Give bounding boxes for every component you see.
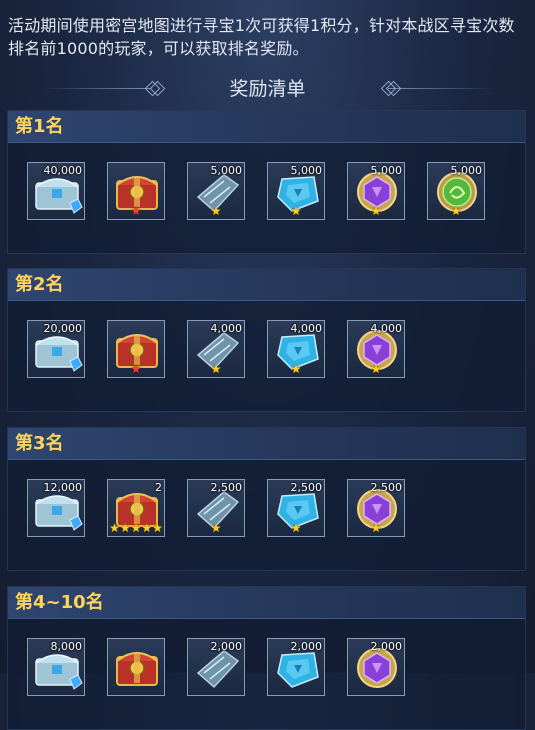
item-count: 12,000	[43, 481, 83, 494]
item-count: 2,500	[210, 481, 243, 494]
rank-header: 第4~10名	[8, 587, 525, 619]
reward-item[interactable]: 2,500 ★	[187, 479, 245, 537]
reward-item[interactable]: 8,000	[27, 638, 85, 696]
item-count: 4,000	[210, 322, 243, 335]
item-count: 5,000	[450, 164, 483, 177]
item-count: 2,500	[370, 481, 403, 494]
star-rating-icon: ★	[210, 362, 222, 376]
star-rating-icon: ★	[130, 204, 142, 218]
reward-item[interactable]: ★	[107, 162, 165, 220]
reward-list-title-row: 奖励清单	[0, 76, 535, 102]
reward-item[interactable]: 5,000 ★	[187, 162, 245, 220]
reward-item[interactable]: 20,000	[27, 320, 85, 378]
item-count: 20,000	[43, 322, 83, 335]
reward-item[interactable]: 2,500 ★	[347, 479, 405, 537]
title-decoration-line-right	[388, 88, 496, 89]
item-count: 2,000	[370, 640, 403, 653]
item-count: 2,500	[290, 481, 323, 494]
star-rating-icon: ★	[290, 362, 302, 376]
rank-label: 第1名	[15, 116, 64, 137]
event-description: 活动期间使用密宫地图进行寻宝1次可获得1积分，针对本战区寻宝次数排名前1000的…	[8, 16, 515, 58]
rank-block-4: 第4~10名 8,000 2,000 2,000 2,000	[7, 586, 526, 730]
star-rating-icon: ★	[370, 204, 382, 218]
star-rating-icon: ★	[450, 204, 462, 218]
rank-label: 第2名	[15, 274, 64, 295]
rank-block-2: 第2名 20,000 ★ 4,000 ★ 4,000 ★ 4,000 ★	[7, 268, 526, 412]
item-count: 2	[155, 481, 162, 494]
star-rating-icon: ★	[370, 362, 382, 376]
rank-header: 第2名	[8, 269, 525, 301]
star-rating-icon: ★	[290, 204, 302, 218]
rank-header: 第3名	[8, 428, 525, 460]
reward-items-row: 12,000 2 ★★★★★ 2,500 ★ 2,500 ★ 2,500 ★	[8, 460, 525, 570]
reward-item[interactable]: ★	[107, 320, 165, 378]
star-rating-icon: ★	[210, 521, 222, 535]
reward-item[interactable]: 5,000 ★	[347, 162, 405, 220]
reward-item[interactable]: 4,000 ★	[347, 320, 405, 378]
star-rating-icon: ★	[370, 521, 382, 535]
reward-item[interactable]: 2,000	[267, 638, 325, 696]
reward-item[interactable]: 2,000	[347, 638, 405, 696]
item-count: 2,000	[290, 640, 323, 653]
reward-list-title: 奖励清单	[229, 78, 306, 100]
rank-label: 第3名	[15, 433, 64, 454]
star-rating-icon: ★	[130, 362, 142, 376]
reward-items-row: 40,000 ★ 5,000 ★ 5,000 ★ 5,000 ★ 5,000 ★	[8, 143, 525, 253]
reward-item[interactable]: 40,000	[27, 162, 85, 220]
rank-label: 第4~10名	[15, 592, 104, 613]
item-count: 5,000	[370, 164, 403, 177]
star-rating-icon: ★	[290, 521, 302, 535]
item-count: 40,000	[43, 164, 83, 177]
rank-header: 第1名	[8, 111, 525, 143]
reward-item[interactable]: 2,500 ★	[267, 479, 325, 537]
star-rating-icon: ★★★★★	[109, 521, 163, 535]
reward-item[interactable]: 5,000 ★	[427, 162, 485, 220]
rank-block-1: 第1名 40,000 ★ 5,000 ★ 5,000 ★ 5,000 ★ 5,000 ★	[7, 110, 526, 254]
item-count: 4,000	[290, 322, 323, 335]
item-count: 5,000	[210, 164, 243, 177]
reward-item[interactable]: 4,000 ★	[187, 320, 245, 378]
reward-items-row: 8,000 2,000 2,000 2,000	[8, 619, 525, 729]
reward-item[interactable]: 2 ★★★★★	[107, 479, 165, 537]
rank-block-3: 第3名 12,000 2 ★★★★★ 2,500 ★ 2,500 ★ 2,500 ★	[7, 427, 526, 571]
star-rating-icon: ★	[210, 204, 222, 218]
item-count: 4,000	[370, 322, 403, 335]
reward-item[interactable]: 5,000 ★	[267, 162, 325, 220]
reward-item[interactable]	[107, 638, 165, 696]
reward-items-row: 20,000 ★ 4,000 ★ 4,000 ★ 4,000 ★	[8, 301, 525, 411]
reward-item[interactable]: 2,000	[187, 638, 245, 696]
reward-item[interactable]: 4,000 ★	[267, 320, 325, 378]
reward-item[interactable]: 12,000	[27, 479, 85, 537]
item-count: 2,000	[210, 640, 243, 653]
item-count: 8,000	[50, 640, 83, 653]
item-count: 5,000	[290, 164, 323, 177]
